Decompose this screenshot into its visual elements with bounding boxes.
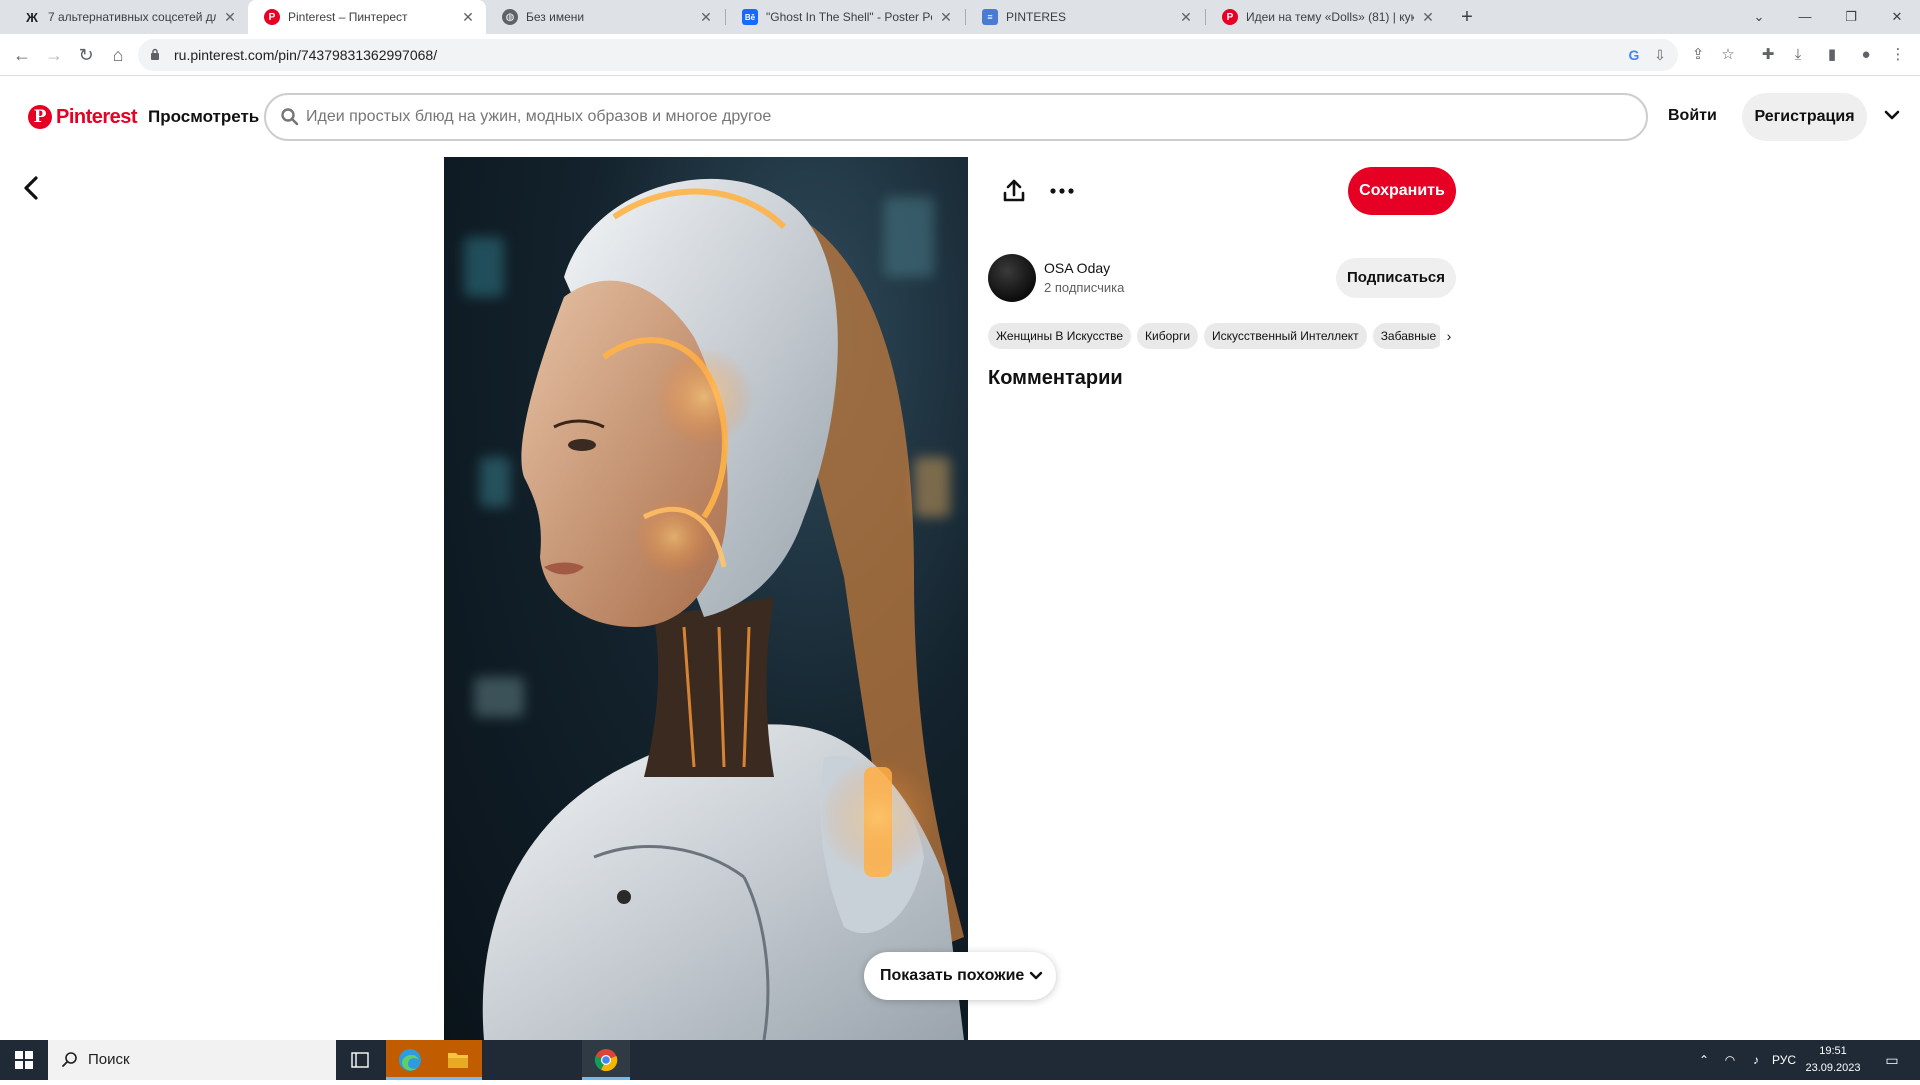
browser-tab-title: PINTERES <box>1006 10 1067 24</box>
show-similar-label: Показать похожие <box>880 967 1025 984</box>
save-button[interactable]: Сохранить <box>1348 167 1456 215</box>
browser-tab-title: "Ghost In The Shell" - Poster Pos <box>766 10 932 24</box>
search-icon <box>281 108 299 126</box>
profile-icon[interactable]: ● <box>1854 43 1878 67</box>
browser-tab-title: 7 альтернативных соцсетей для <box>48 10 216 24</box>
pinterest-favicon-icon: P <box>1222 9 1238 25</box>
windows-start-icon[interactable] <box>0 1040 48 1080</box>
url-text[interactable]: ru.pinterest.com/pin/743798313629970​68/ <box>174 39 437 71</box>
close-tab-icon[interactable]: ✕ <box>1178 9 1194 26</box>
browser-tab[interactable]: ◍ Без имени ✕ <box>486 0 724 34</box>
logo-text: Pinterest <box>56 105 138 128</box>
browser-tab-active[interactable]: P Pinterest – Пинтерест ✕ <box>248 0 486 34</box>
close-tab-icon[interactable]: ✕ <box>222 9 238 26</box>
close-tab-icon[interactable]: ✕ <box>1420 9 1436 26</box>
taskbar-search-label: Поиск <box>88 1051 130 1068</box>
edge-app-icon[interactable] <box>386 1040 434 1080</box>
cyborg-figure <box>482 178 964 1040</box>
pinterest-logo[interactable]: P Pinterest <box>28 105 138 129</box>
behance-favicon-icon: Bē <box>742 9 758 25</box>
share-page-icon[interactable]: ⇪ <box>1686 43 1710 67</box>
chevron-down-icon[interactable] <box>1880 103 1904 127</box>
browser-tab[interactable]: Bē "Ghost In The Shell" - Poster Pos ✕ <box>726 0 964 34</box>
tray-overflow-chevron-icon[interactable]: ⌃ <box>1694 1040 1714 1080</box>
chevron-down-icon <box>1029 971 1043 980</box>
reload-icon[interactable]: ↻ <box>70 39 102 71</box>
clock-date: 23.09.2023 <box>1805 1062 1861 1074</box>
signup-button[interactable]: Регистрация <box>1742 93 1867 141</box>
tag-list: Женщины В Искусстве Киборги Искусственный … <box>988 323 1458 351</box>
browser-tab-title: Идеи на тему «Dolls» (81) | кукл <box>1246 10 1414 24</box>
comments-heading: Комментарии <box>988 367 1123 389</box>
avatar[interactable] <box>988 254 1036 302</box>
pinterest-logo-icon: P <box>28 105 52 129</box>
doc-favicon-icon: ≡ <box>982 9 998 25</box>
file-explorer-app-icon[interactable] <box>434 1040 482 1080</box>
search-bar[interactable] <box>264 93 1648 141</box>
browser-tab[interactable]: P Идеи на тему «Dolls» (81) | кукл ✕ <box>1206 0 1446 34</box>
globe-favicon-icon: ◍ <box>502 9 518 25</box>
clock-time: 19:51 <box>1819 1045 1847 1057</box>
tag-chip[interactable]: Забавные <box>1372 323 1445 349</box>
taskbar-clock[interactable]: 19:51 23.09.2023 <box>1800 1043 1866 1077</box>
pinterest-favicon-icon: P <box>264 9 280 25</box>
edge-logo-icon <box>399 1049 421 1071</box>
volume-icon[interactable]: ♪ <box>1744 1040 1768 1080</box>
taskbar-search-box[interactable]: Поиск <box>48 1040 336 1080</box>
author-followers: 2 подписчика <box>1044 280 1125 295</box>
google-lens-icon[interactable]: G <box>1624 45 1644 65</box>
search-icon <box>62 1052 77 1067</box>
side-panel-icon[interactable]: ▮ <box>1820 43 1844 67</box>
language-indicator[interactable]: РУС <box>1770 1040 1798 1080</box>
chevron-right-icon[interactable]: › <box>1440 323 1458 349</box>
back-chevron-icon[interactable] <box>16 170 48 206</box>
browser-tab[interactable]: Ж 7 альтернативных соцсетей для ✕ <box>8 0 248 34</box>
chrome-logo-icon <box>594 1049 618 1072</box>
forward-arrow-icon[interactable]: → <box>38 39 70 71</box>
browser-menu-icon[interactable]: ⋮ <box>1886 43 1910 67</box>
browser-tab-title: Без имени <box>526 10 585 24</box>
network-icon[interactable]: ◠ <box>1718 1040 1742 1080</box>
folder-icon <box>448 1053 468 1068</box>
close-tab-icon[interactable]: ✕ <box>460 9 476 26</box>
browser-tab[interactable]: ≡ PINTERES ✕ <box>966 0 1204 34</box>
tag-chip[interactable]: Женщины В Искусстве <box>988 323 1132 349</box>
chrome-app-icon[interactable] <box>582 1040 630 1080</box>
search-input[interactable] <box>306 95 1626 139</box>
tab-search-chevron-icon[interactable]: ⌄ <box>1736 0 1782 34</box>
more-options-icon[interactable] <box>1048 177 1076 205</box>
pin-image[interactable] <box>444 157 968 1040</box>
downloads-icon[interactable]: ⤓ <box>1786 43 1810 67</box>
author-name[interactable]: OSA Oday <box>1044 260 1110 276</box>
bookmark-star-icon[interactable]: ☆ <box>1716 43 1740 67</box>
pin-details-panel: Сохранить OSA Oday 2 подписчика Подписат… <box>988 157 1458 757</box>
lock-icon[interactable] <box>150 48 160 60</box>
login-link[interactable]: Войти <box>1668 107 1717 125</box>
windows-taskbar: Поиск ⌃ ◠ ♪ РУС 19:51 23.09.2023 ▭ <box>0 1040 1920 1080</box>
notifications-icon[interactable]: ▭ <box>1872 1040 1912 1080</box>
minimize-icon[interactable]: — <box>1782 0 1828 34</box>
restore-icon[interactable]: ❐ <box>1828 0 1874 34</box>
close-tab-icon[interactable]: ✕ <box>698 9 714 26</box>
pinterest-header: P Pinterest Просмотреть Войти Регистраци… <box>0 77 1920 157</box>
browser-tab-strip: Ж 7 альтернативных соцсетей для ✕ P Pint… <box>0 0 1920 34</box>
install-app-icon[interactable]: ⇩ <box>1650 45 1670 65</box>
show-similar-button[interactable]: Показать похожие <box>864 952 1056 1000</box>
address-bar[interactable]: ru.pinterest.com/pin/743798313629970​68/… <box>138 39 1678 71</box>
share-icon[interactable] <box>1000 177 1028 205</box>
home-icon[interactable]: ⌂ <box>102 39 134 71</box>
follow-button[interactable]: Подписаться <box>1336 258 1456 298</box>
back-arrow-icon[interactable]: ← <box>6 39 38 71</box>
close-window-icon[interactable]: ✕ <box>1874 0 1920 34</box>
new-tab-plus-icon[interactable]: + <box>1454 4 1480 30</box>
zhurnal-favicon-icon: Ж <box>26 9 38 25</box>
task-view-icon[interactable] <box>336 1040 384 1080</box>
browser-toolbar: ← → ↻ ⌂ ru.pinterest.com/pin/74379831362… <box>0 34 1920 76</box>
extensions-puzzle-icon[interactable]: ✚ <box>1756 43 1780 67</box>
close-tab-icon[interactable]: ✕ <box>938 9 954 26</box>
browser-tab-title: Pinterest – Пинтерест <box>288 10 408 24</box>
tag-chip[interactable]: Киборги <box>1137 323 1199 349</box>
tag-chip[interactable]: Искусственный Интеллект <box>1204 323 1367 349</box>
explore-link[interactable]: Просмотреть <box>148 107 259 127</box>
